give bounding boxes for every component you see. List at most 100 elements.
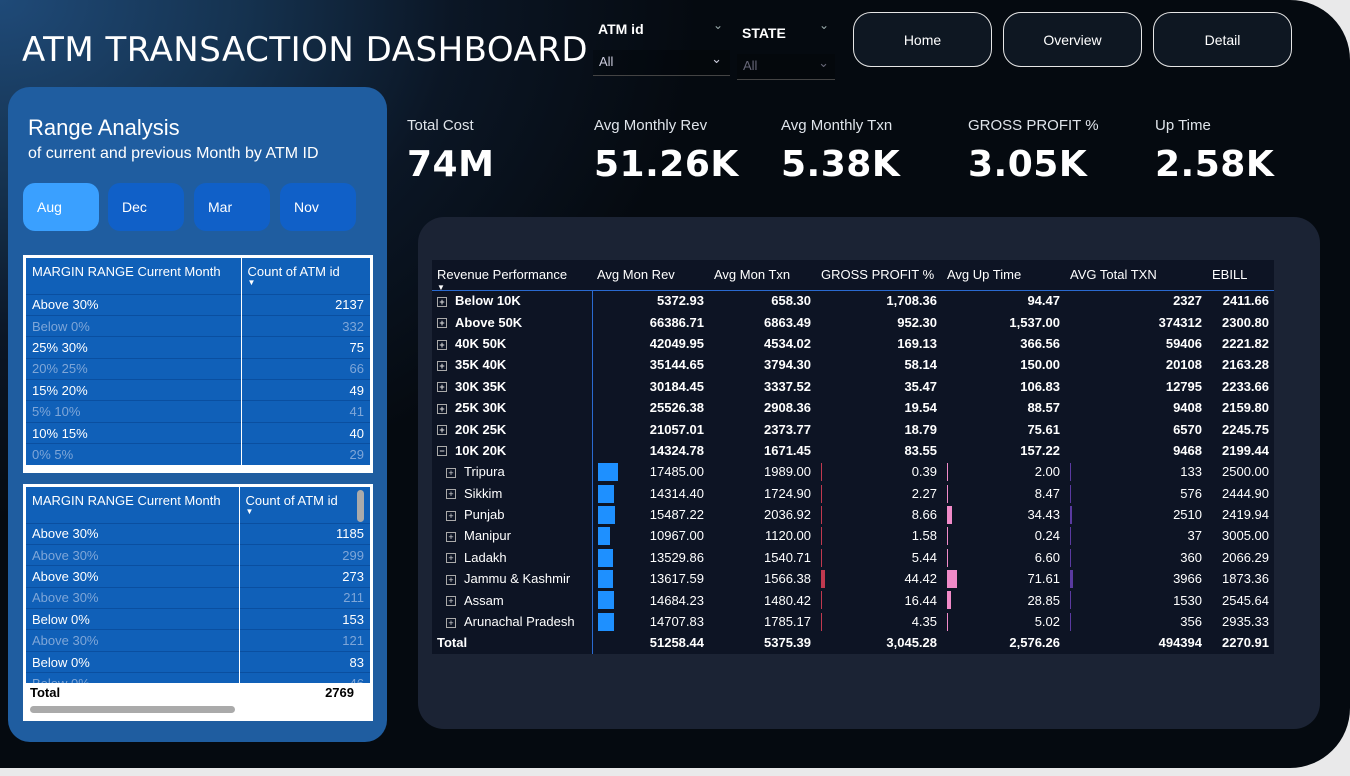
value-text: 5.02	[1034, 614, 1060, 630]
expand-plus-icon[interactable]: +	[437, 382, 447, 393]
table-row[interactable]: Above 30% 211	[26, 586, 370, 609]
data-bar	[597, 527, 611, 546]
matrix-group-row[interactable]: +40K 50K 42049.95 4534.02 169.13 366.56 59406…	[432, 332, 1274, 355]
value-text: 34.43	[1027, 507, 1060, 523]
matrix-column-header[interactable]: Avg Mon Rev	[592, 260, 709, 290]
matrix-value-cell: 4534.02	[709, 333, 816, 354]
month-button-dec[interactable]: Dec	[108, 183, 184, 231]
expand-plus-icon[interactable]: +	[437, 425, 447, 436]
expand-plus-icon[interactable]: +	[446, 596, 456, 607]
value-text: 0.24	[1034, 528, 1060, 544]
expand-plus-icon[interactable]: +	[446, 574, 456, 585]
value-text: 2300.80	[1222, 314, 1269, 330]
vertical-scrollbar[interactable]	[357, 490, 364, 522]
matrix-column-header[interactable]: EBILL	[1207, 260, 1274, 290]
expand-plus-icon[interactable]: +	[437, 339, 447, 350]
collapse-minus-icon[interactable]: −	[437, 446, 447, 457]
matrix-child-row[interactable]: + Jammu & Kashmir 13617.59 1566.38 44.42 71.6…	[432, 568, 1274, 590]
matrix-column-header[interactable]: AVG Total TXN	[1065, 260, 1207, 290]
matrix-value-cell: 2300.80	[1207, 311, 1274, 332]
table-row[interactable]: Above 30% 1185	[26, 522, 370, 545]
matrix-child-row[interactable]: + Manipur 10967.00 1120.00 1.58 0.24 37 3005.00	[432, 525, 1274, 547]
chevron-down-icon[interactable]: ⌄	[713, 18, 723, 32]
matrix-column-header[interactable]: GROSS PROFIT %	[816, 260, 942, 290]
value-text: 25526.38	[649, 400, 704, 416]
matrix-value-cell: 8.66	[816, 504, 942, 525]
matrix-child-row[interactable]: + Ladakh 13529.86 1540.71 5.44 6.60 360 2066.29	[432, 546, 1274, 569]
matrix-group-row[interactable]: +35K 40K 35144.65 3794.30 58.14 150.00 20108 2…	[432, 354, 1274, 376]
matrix-group-row[interactable]: +25K 30K 25526.38 2908.36 19.54 88.57 9408 215…	[432, 396, 1274, 419]
row-label: Arunachal Pradesh	[464, 614, 575, 630]
header-label: EBILL	[1212, 267, 1248, 283]
expand-plus-icon[interactable]: +	[446, 553, 456, 564]
chevron-down-icon[interactable]: ⌄	[819, 18, 829, 32]
matrix-column-header[interactable]: Avg Mon Txn	[709, 260, 816, 290]
matrix-column-header[interactable]: Avg Up Time	[942, 260, 1065, 290]
table-row[interactable]: 20% 25% 66	[26, 357, 370, 380]
state-dropdown[interactable]: All ⌄	[737, 54, 835, 80]
matrix-child-row[interactable]: + Punjab 15487.22 2036.92 8.66 34.43 2510 2419.…	[432, 503, 1274, 526]
value-text: 4.35	[911, 614, 937, 630]
table-row[interactable]: Above 30% 273	[26, 565, 370, 588]
margin-range-cell: Above 30%	[26, 629, 240, 652]
expand-plus-icon[interactable]: +	[446, 617, 456, 628]
matrix-value-cell: 3337.52	[709, 376, 816, 397]
value-text: 1724.90	[764, 485, 811, 501]
value-text: 1671.45	[764, 442, 811, 458]
matrix-column-header[interactable]: Revenue Performance ▼	[432, 260, 592, 292]
column-header-count[interactable]: Count of ATM id ▼	[241, 258, 370, 294]
row-label-cell: +30K 35K	[432, 375, 593, 397]
column-header-count[interactable]: Count of ATM id ▼	[239, 487, 370, 523]
matrix-child-row[interactable]: + Sikkim 14314.40 1724.90 2.27 8.47 576 2444.90	[432, 482, 1274, 504]
table-row[interactable]: 0% 5% 29	[26, 443, 370, 466]
matrix-group-row[interactable]: + Above 50K 66386.71 6863.49 952.30 1,537.00 3…	[432, 311, 1274, 333]
table-row[interactable]: Below 0% 332	[26, 314, 370, 337]
table-row[interactable]: 5% 10% 41	[26, 400, 370, 423]
table-row[interactable]: Above 30% 299	[26, 543, 370, 566]
state-slicer[interactable]: STATE ⌄ All ⌄	[737, 18, 837, 80]
matrix-value-cell: 150.00	[942, 354, 1065, 375]
expand-plus-icon[interactable]: +	[446, 489, 456, 500]
matrix-child-row[interactable]: + Tripura 17485.00 1989.00 0.39 2.00 133 2500.0…	[432, 461, 1274, 483]
data-bar	[947, 484, 949, 503]
atm-id-slicer[interactable]: ATM id ⌄ All ⌄	[593, 14, 733, 76]
matrix-group-row[interactable]: +30K 35K 30184.45 3337.52 35.47 106.83 12795 2…	[432, 375, 1274, 397]
value-text: 2419.94	[1222, 507, 1269, 523]
table-row[interactable]: Above 30% 121	[26, 629, 370, 652]
month-button-aug[interactable]: Aug	[23, 183, 99, 231]
column-header-margin-range[interactable]: MARGIN RANGE Current Month	[26, 487, 240, 523]
expand-plus-icon[interactable]: +	[437, 403, 447, 414]
matrix-total-row[interactable]: Total 51258.44 5375.39 3,045.28 2,576.26 4943…	[432, 632, 1274, 654]
detail-button[interactable]: Detail	[1153, 12, 1292, 67]
overview-button[interactable]: Overview	[1003, 12, 1142, 67]
table-row[interactable]: 10% 15% 40	[26, 421, 370, 444]
table-row[interactable]: 15% 20% 49	[26, 379, 370, 401]
kpi-value: 51.26K	[594, 144, 739, 185]
matrix-group-row[interactable]: + Below 10K 5372.93 658.30 1,708.36 94.47 2327…	[432, 290, 1274, 312]
column-header-margin-range[interactable]: MARGIN RANGE Current Month	[26, 258, 242, 294]
month-button-nov[interactable]: Nov	[280, 183, 356, 231]
matrix-child-row[interactable]: + Assam 14684.23 1480.42 16.44 28.85 1530 2545.…	[432, 589, 1274, 611]
matrix-group-row[interactable]: +20K 25K 21057.01 2373.77 18.79 75.61 6570 224…	[432, 418, 1274, 440]
table-row[interactable]: Above 30% 2137	[26, 293, 370, 316]
expand-plus-icon[interactable]: +	[446, 532, 456, 543]
matrix-child-row[interactable]: + Arunachal Pradesh 14707.83 1785.17 4.35 5.0…	[432, 610, 1274, 633]
home-button[interactable]: Home	[853, 12, 992, 67]
atm-id-dropdown[interactable]: All ⌄	[593, 50, 730, 76]
matrix-group-row[interactable]: −10K 20K 14324.78 1671.45 83.55 157.22 9468 21…	[432, 439, 1274, 462]
expand-plus-icon[interactable]: +	[437, 297, 447, 307]
kpi-label: Total Cost	[407, 117, 474, 134]
expand-plus-icon[interactable]: +	[446, 510, 456, 521]
expand-plus-icon[interactable]: +	[446, 467, 456, 478]
data-bar	[821, 463, 822, 482]
horizontal-scrollbar[interactable]	[30, 706, 235, 713]
expand-plus-icon[interactable]: +	[437, 318, 447, 329]
table-row[interactable]: Below 0% 153	[26, 608, 370, 630]
expand-plus-icon[interactable]: +	[437, 360, 447, 371]
table-row[interactable]: 25% 30% 75	[26, 336, 370, 359]
table-row[interactable]: Below 0% 83	[26, 650, 370, 673]
margin-range-cell: 20% 25%	[26, 357, 242, 380]
matrix-value-cell: 2163.28	[1207, 354, 1274, 375]
matrix-value-cell: 14324.78	[592, 440, 709, 461]
month-button-mar[interactable]: Mar	[194, 183, 270, 231]
